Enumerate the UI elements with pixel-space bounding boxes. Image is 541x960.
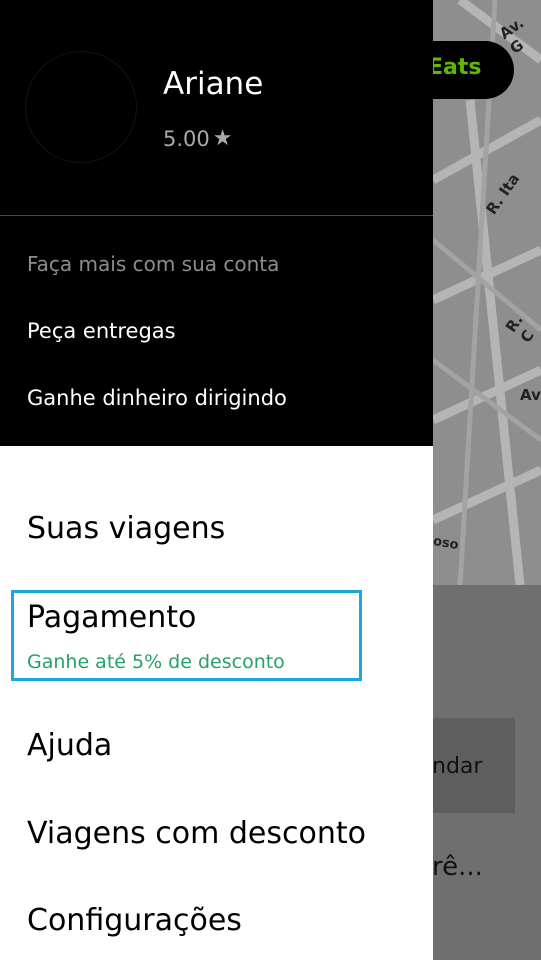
divider [0, 215, 433, 216]
earn-driving-link[interactable]: Ganhe dinheiro dirigindo [27, 386, 287, 410]
rating-value: 5.00 [163, 126, 210, 151]
menu-item-payment[interactable]: Pagamento [27, 600, 196, 635]
avatar[interactable] [26, 52, 136, 162]
eats-label[interactable]: Eats [428, 55, 482, 80]
menu-item-your-trips[interactable]: Suas viagens [27, 511, 225, 546]
menu-item-help[interactable]: Ajuda [27, 728, 112, 763]
account-section-label: Faça mais com sua conta [27, 252, 280, 276]
street-label: Av [520, 386, 541, 404]
star-icon: ★ [212, 126, 233, 151]
menu-item-settings[interactable]: Configurações [27, 903, 242, 938]
menu-item-discounted-trips[interactable]: Viagens com desconto [27, 816, 366, 851]
order-deliveries-link[interactable]: Peça entregas [27, 319, 176, 343]
drawer-header: Ariane 5.00 ★ Faça mais com sua conta Pe… [0, 0, 433, 446]
side-drawer: Ariane 5.00 ★ Faça mais com sua conta Pe… [0, 0, 433, 960]
user-rating: 5.00 ★ [163, 126, 233, 151]
user-name[interactable]: Ariane [163, 66, 263, 102]
destination-label[interactable]: rê... [432, 852, 483, 882]
payment-promo: Ganhe até 5% de desconto [27, 651, 285, 673]
schedule-label[interactable]: ndar [432, 754, 482, 779]
